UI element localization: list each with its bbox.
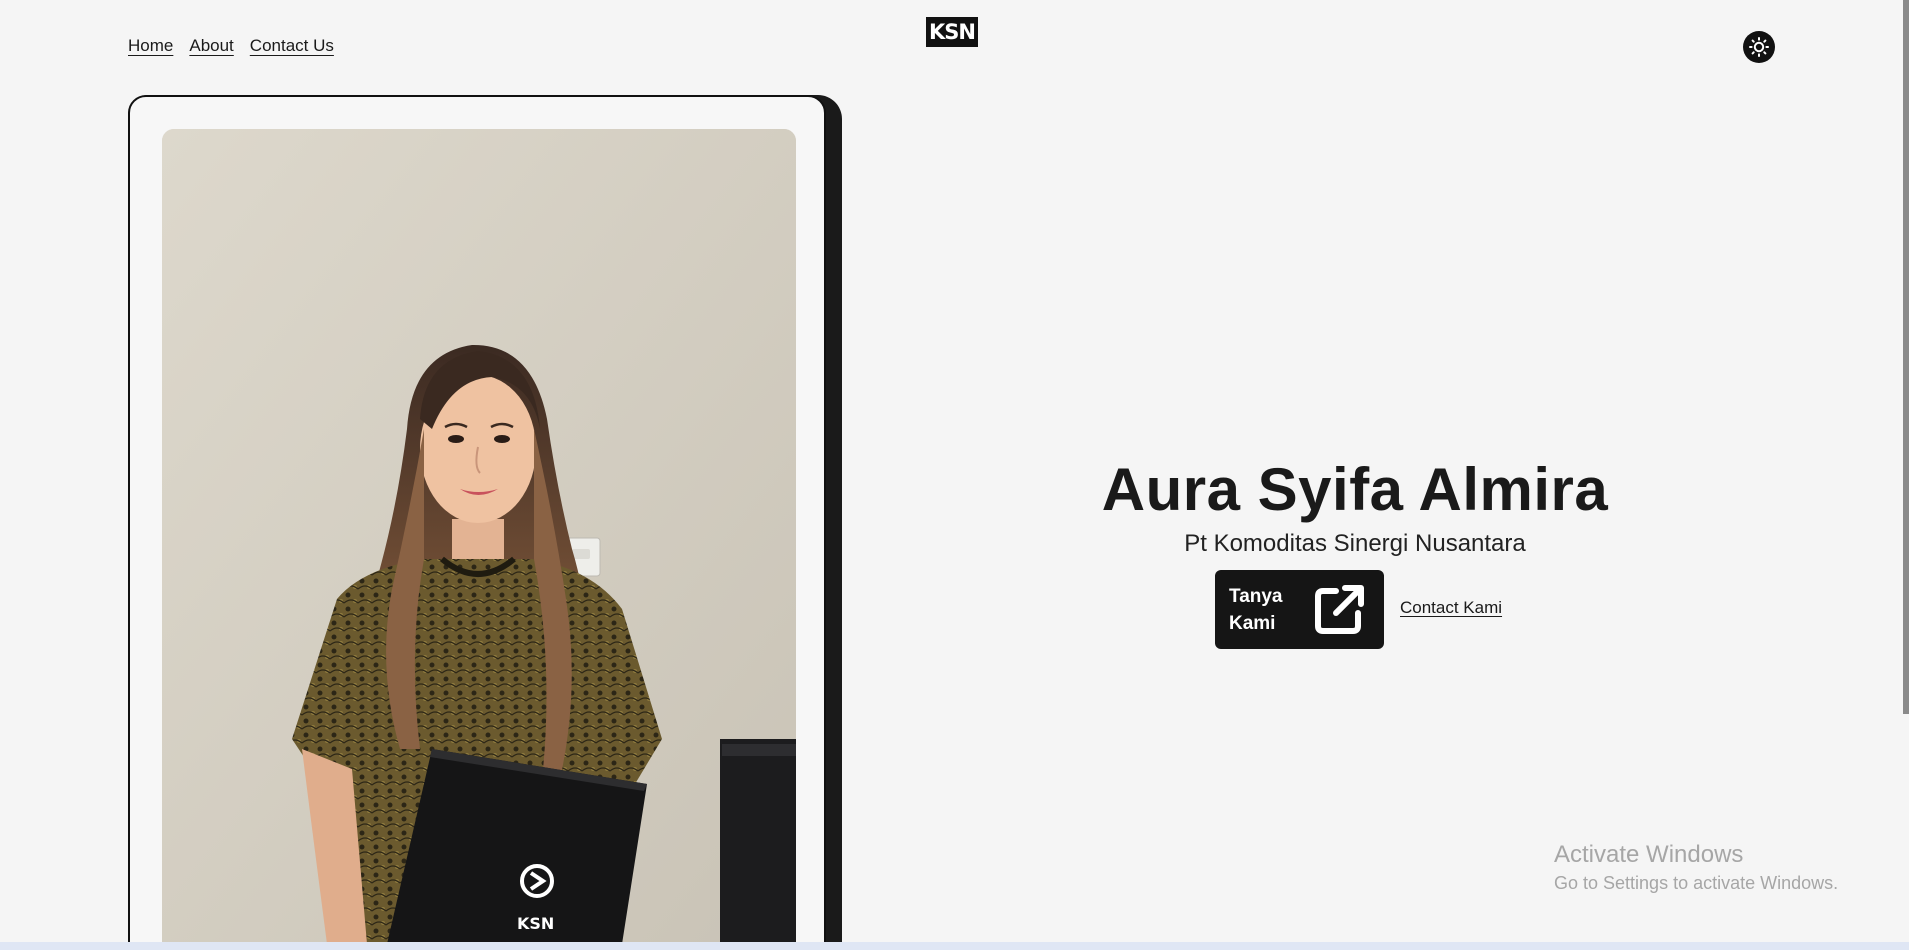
sun-icon: [1749, 37, 1769, 57]
site-logo[interactable]: KSN: [926, 17, 978, 47]
external-link-icon: [1315, 584, 1364, 634]
profile-photo: KSN: [162, 129, 796, 944]
nav-contact-us-link[interactable]: Contact Us: [250, 36, 334, 56]
activate-windows-title: Activate Windows: [1554, 841, 1744, 868]
ask-us-button-label: Tanya Kami: [1229, 585, 1283, 634]
person-photo-illustration: KSN: [162, 129, 796, 944]
nav-home-link[interactable]: Home: [128, 36, 173, 56]
activate-windows-subtitle: Go to Settings to activate Windows.: [1554, 873, 1839, 893]
company-name: Pt Komoditas Sinergi Nusantara: [1184, 530, 1526, 557]
taskbar-edge: [0, 942, 1909, 950]
main-nav: Home About Contact Us: [128, 36, 334, 56]
page-scrollbar[interactable]: [1903, 0, 1909, 714]
theme-toggle-button[interactable]: [1743, 31, 1775, 63]
ask-us-button[interactable]: Tanya Kami: [1215, 570, 1384, 649]
person-name: Aura Syifa Almira: [1101, 456, 1609, 523]
contact-us-link[interactable]: Contact Kami: [1400, 598, 1502, 618]
folder-logo-text: KSN: [517, 914, 554, 933]
nav-about-link[interactable]: About: [189, 36, 233, 56]
